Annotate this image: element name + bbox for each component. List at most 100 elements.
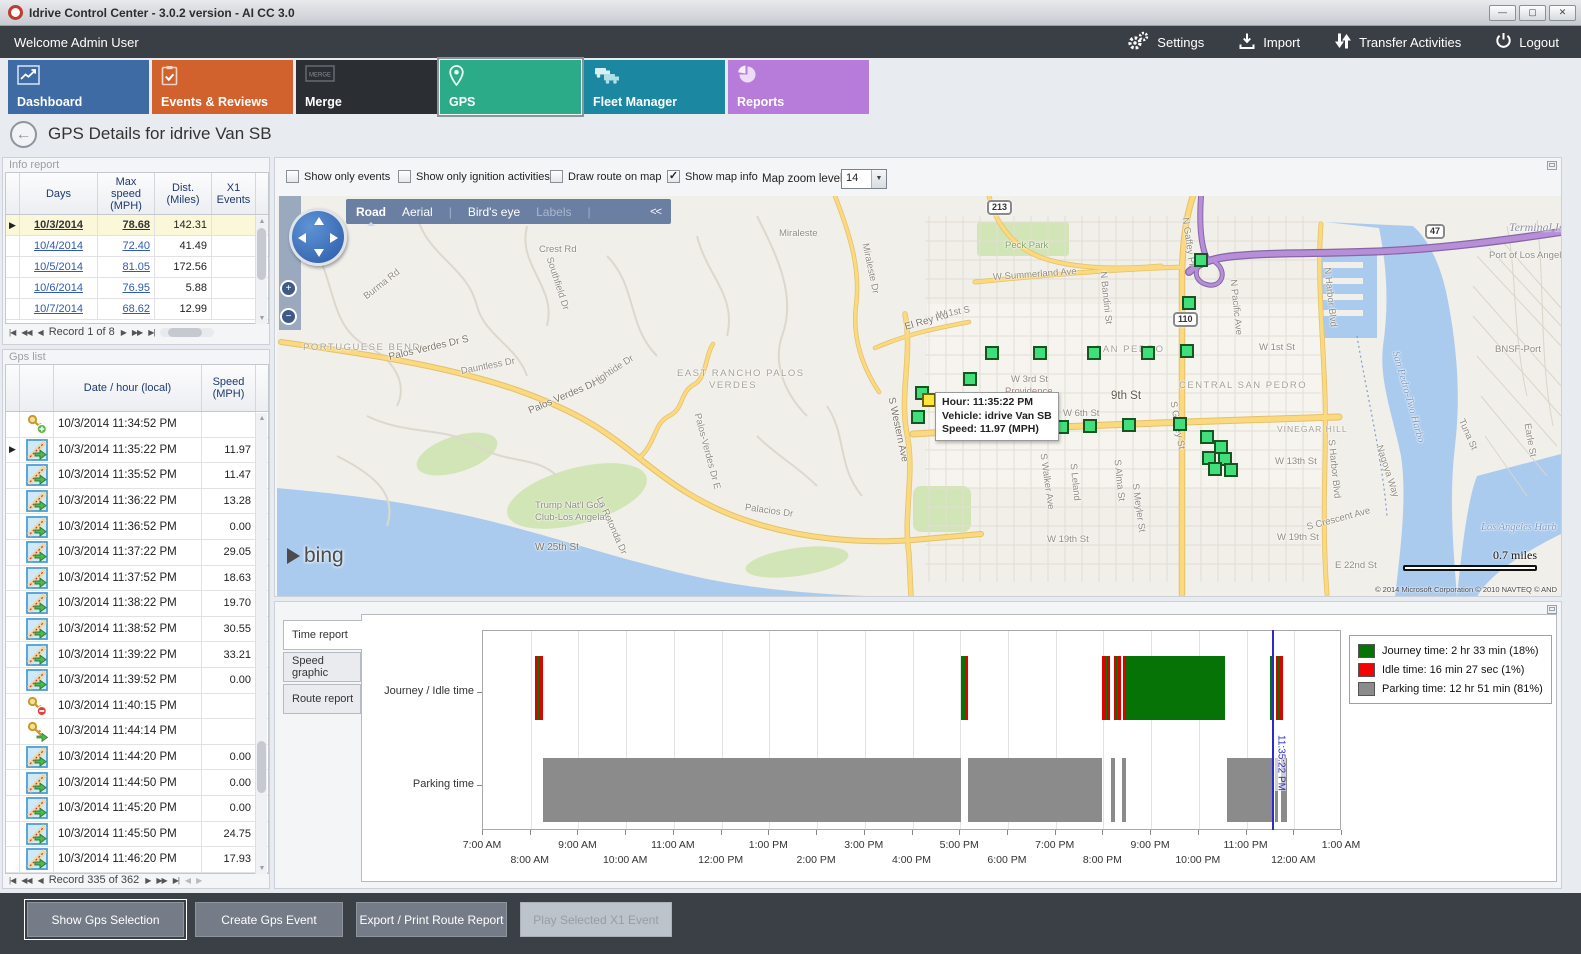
gps-marker[interactable] bbox=[1182, 296, 1196, 310]
day-link[interactable]: 10/7/2014 bbox=[34, 303, 83, 315]
checkbox-show-only-events[interactable]: Show only events bbox=[286, 170, 390, 183]
max-speed-cell[interactable]: 81.05 bbox=[98, 257, 155, 277]
day-cell[interactable]: 10/7/2014 bbox=[20, 299, 98, 319]
day-link[interactable]: 10/5/2014 bbox=[34, 261, 83, 273]
pager-next-icon[interactable]: ▶| bbox=[148, 328, 154, 337]
tab-reports[interactable]: Reports bbox=[728, 60, 869, 114]
map-zoom-level-select[interactable]: 14▼ bbox=[841, 169, 887, 189]
max-speed-cell[interactable]: 78.68 bbox=[98, 215, 155, 235]
gps-marker[interactable] bbox=[1208, 462, 1222, 476]
gps-table-row[interactable]: 10/3/2014 11:45:50 PM24.75 bbox=[6, 822, 268, 848]
gps-table-row[interactable]: 10/3/2014 11:36:52 PM0.00 bbox=[6, 514, 268, 540]
pager-prev-icon[interactable]: ◀◀ bbox=[21, 328, 31, 337]
info-table-scrollbar[interactable]: ▲▼ bbox=[255, 216, 267, 324]
day-cell[interactable]: 10/5/2014 bbox=[20, 257, 98, 277]
checkbox-box-icon[interactable] bbox=[286, 170, 299, 183]
gps-marker[interactable] bbox=[985, 346, 999, 360]
gps-table-row[interactable]: 10/3/2014 11:37:22 PM29.05 bbox=[6, 540, 268, 566]
tab-events-reviews[interactable]: Events & Reviews bbox=[152, 60, 293, 114]
gps-table-row[interactable]: 10/3/2014 11:46:20 PM17.93 bbox=[6, 847, 268, 873]
pager-hscroll-thumb[interactable] bbox=[168, 328, 202, 337]
tab-route-report[interactable]: Route report bbox=[283, 684, 361, 714]
checkbox-box-icon[interactable] bbox=[398, 170, 411, 183]
gps-table-row[interactable]: 10/3/2014 11:38:52 PM30.55 bbox=[6, 617, 268, 643]
show-gps-selection-button[interactable]: Show Gps Selection bbox=[27, 902, 184, 937]
tab-fleet-manager[interactable]: Fleet Manager bbox=[584, 60, 725, 114]
chart-collapse-icon[interactable] bbox=[1547, 605, 1557, 614]
info-table-row[interactable]: 10/4/201472.4041.49 bbox=[6, 236, 268, 257]
max-speed-link[interactable]: 81.05 bbox=[122, 261, 150, 273]
checkbox-box-icon[interactable] bbox=[550, 170, 563, 183]
gps-table-row[interactable]: 10/3/2014 11:44:14 PM bbox=[6, 719, 268, 745]
gps-table-row[interactable]: 10/3/2014 11:40:15 PM bbox=[6, 694, 268, 720]
gps-table-row[interactable]: 10/3/2014 11:39:22 PM33.21 bbox=[6, 642, 268, 668]
pager-prev-icon[interactable]: ◀ bbox=[38, 328, 43, 337]
checkbox-draw-route-on-map[interactable]: Draw route on map bbox=[550, 170, 662, 183]
pager-hscrollbar[interactable] bbox=[160, 328, 214, 337]
map-compass-control[interactable] bbox=[289, 208, 347, 266]
max-speed-link[interactable]: 76.95 bbox=[122, 282, 150, 294]
day-link[interactable]: 10/3/2014 bbox=[34, 219, 83, 231]
info-table-row[interactable]: 10/5/201481.05172.56 bbox=[6, 257, 268, 278]
gps-table-row[interactable]: 10/3/2014 11:44:50 PM0.00 bbox=[6, 770, 268, 796]
max-speed-cell[interactable]: 72.40 bbox=[98, 236, 155, 256]
pager-next-icon[interactable]: ▶ bbox=[145, 876, 150, 885]
gps-table-row[interactable]: 10/3/2014 11:38:22 PM19.70 bbox=[6, 591, 268, 617]
gps-marker[interactable] bbox=[1083, 419, 1097, 433]
map-zoom-out-button[interactable]: − bbox=[280, 308, 297, 325]
map-collapse-icon[interactable] bbox=[1547, 161, 1557, 170]
gps-marker[interactable] bbox=[1180, 344, 1194, 358]
gps-marker[interactable] bbox=[911, 410, 925, 424]
import-menu-item[interactable]: Import bbox=[1238, 32, 1300, 53]
gps-table-row[interactable]: 10/3/2014 11:35:52 PM11.47 bbox=[6, 463, 268, 489]
gps-table-row[interactable]: 10/3/2014 11:39:52 PM0.00 bbox=[6, 668, 268, 694]
checkbox-show-map-info[interactable]: ✓Show map info bbox=[667, 170, 758, 183]
gps-marker[interactable] bbox=[963, 372, 977, 386]
gps-table-row[interactable]: 10/3/2014 11:36:22 PM13.28 bbox=[6, 489, 268, 515]
checkbox-show-only-ignition-activities[interactable]: Show only ignition activities bbox=[398, 170, 550, 183]
selected-gps-marker[interactable] bbox=[922, 393, 936, 407]
gps-marker[interactable] bbox=[1173, 417, 1187, 431]
settings-menu-item[interactable]: Settings bbox=[1126, 31, 1204, 54]
map-canvas[interactable]: + − RoadAerial|Bird's eyeLabels|<< Miral… bbox=[277, 196, 1561, 596]
day-cell[interactable]: 10/6/2014 bbox=[20, 278, 98, 298]
gps-table-row[interactable]: 10/3/2014 11:37:52 PM18.63 bbox=[6, 566, 268, 592]
minimize-button[interactable]: — bbox=[1489, 5, 1516, 21]
map-zoom-in-button[interactable]: + bbox=[280, 280, 297, 297]
gps-marker[interactable] bbox=[1200, 430, 1214, 444]
checkbox-box-icon[interactable]: ✓ bbox=[667, 170, 680, 183]
gps-list-pager[interactable]: |◀◀◀◀Record 335 of 362▶▶▶▶|◀▶ bbox=[9, 874, 201, 886]
maximize-button[interactable]: ▢ bbox=[1519, 5, 1546, 21]
gps-marker[interactable] bbox=[1033, 346, 1047, 360]
logout-menu-item[interactable]: Logout bbox=[1495, 32, 1559, 52]
pager-next-icon[interactable]: ▶▶ bbox=[156, 876, 166, 885]
map-style-bird-s-eye[interactable]: Bird's eye bbox=[468, 205, 520, 219]
max-speed-link[interactable]: 72.40 bbox=[122, 240, 150, 252]
export-print-route-report-button[interactable]: Export / Print Route Report bbox=[356, 902, 507, 937]
day-link[interactable]: 10/6/2014 bbox=[34, 282, 83, 294]
gps-table-row[interactable]: ▶10/3/2014 11:35:22 PM11.97 bbox=[6, 438, 268, 464]
max-speed-link[interactable]: 78.68 bbox=[122, 219, 150, 231]
max-speed-cell[interactable]: 68.62 bbox=[98, 299, 155, 319]
tab-speed-graphic[interactable]: Speed graphic bbox=[283, 652, 361, 682]
pager-next-icon[interactable]: ▶ bbox=[121, 328, 126, 337]
gps-marker[interactable] bbox=[1087, 346, 1101, 360]
tab-dashboard[interactable]: Dashboard bbox=[8, 60, 149, 114]
map-style-aerial[interactable]: Aerial bbox=[402, 205, 433, 219]
max-speed-link[interactable]: 68.62 bbox=[122, 303, 150, 315]
tab-time-report[interactable]: Time report bbox=[283, 620, 362, 650]
gps-table-row[interactable]: 10/3/2014 11:45:20 PM0.00 bbox=[6, 796, 268, 822]
gps-table-row[interactable]: 10/3/2014 11:34:52 PM bbox=[6, 412, 268, 438]
day-cell[interactable]: 10/4/2014 bbox=[20, 236, 98, 256]
pager-prev-icon[interactable]: |◀ bbox=[9, 876, 15, 885]
pager-next-icon[interactable]: ▶▶ bbox=[132, 328, 142, 337]
back-button[interactable]: ← bbox=[10, 121, 37, 148]
close-button[interactable]: ✕ bbox=[1549, 5, 1576, 21]
pager-prev-icon[interactable]: ◀ bbox=[38, 876, 43, 885]
info-report-pager[interactable]: |◀◀◀◀Record 1 of 8▶▶▶▶| bbox=[9, 326, 214, 338]
map-nav-collapse-button[interactable]: << bbox=[650, 206, 661, 218]
max-speed-cell[interactable]: 76.95 bbox=[98, 278, 155, 298]
day-cell[interactable]: 10/3/2014 bbox=[20, 215, 98, 235]
tab-merge[interactable]: MERGEMerge bbox=[296, 60, 437, 114]
map-style-road[interactable]: Road bbox=[356, 205, 386, 219]
